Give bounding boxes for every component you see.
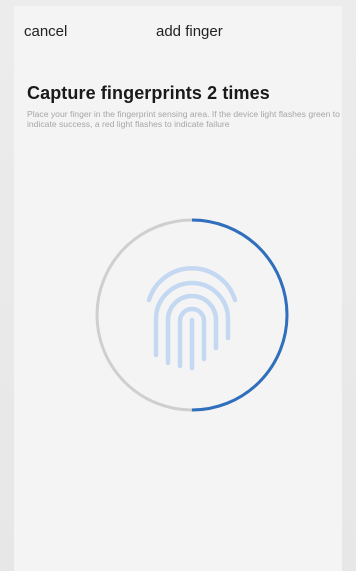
fingerprint-sensor (93, 216, 291, 414)
fingerprint-icon (146, 266, 238, 371)
capture-title: Capture fingerprints 2 times (27, 83, 270, 103)
top-bar: cancel add finger (14, 6, 342, 56)
capture-instructions: Place your finger in the fingerprint sen… (27, 109, 340, 129)
add-finger-screen: cancel add finger Capture fingerprints 2… (14, 6, 342, 571)
progress-ring (95, 218, 289, 412)
cancel-button[interactable]: cancel (24, 23, 67, 40)
header-title: add finger (156, 23, 223, 40)
